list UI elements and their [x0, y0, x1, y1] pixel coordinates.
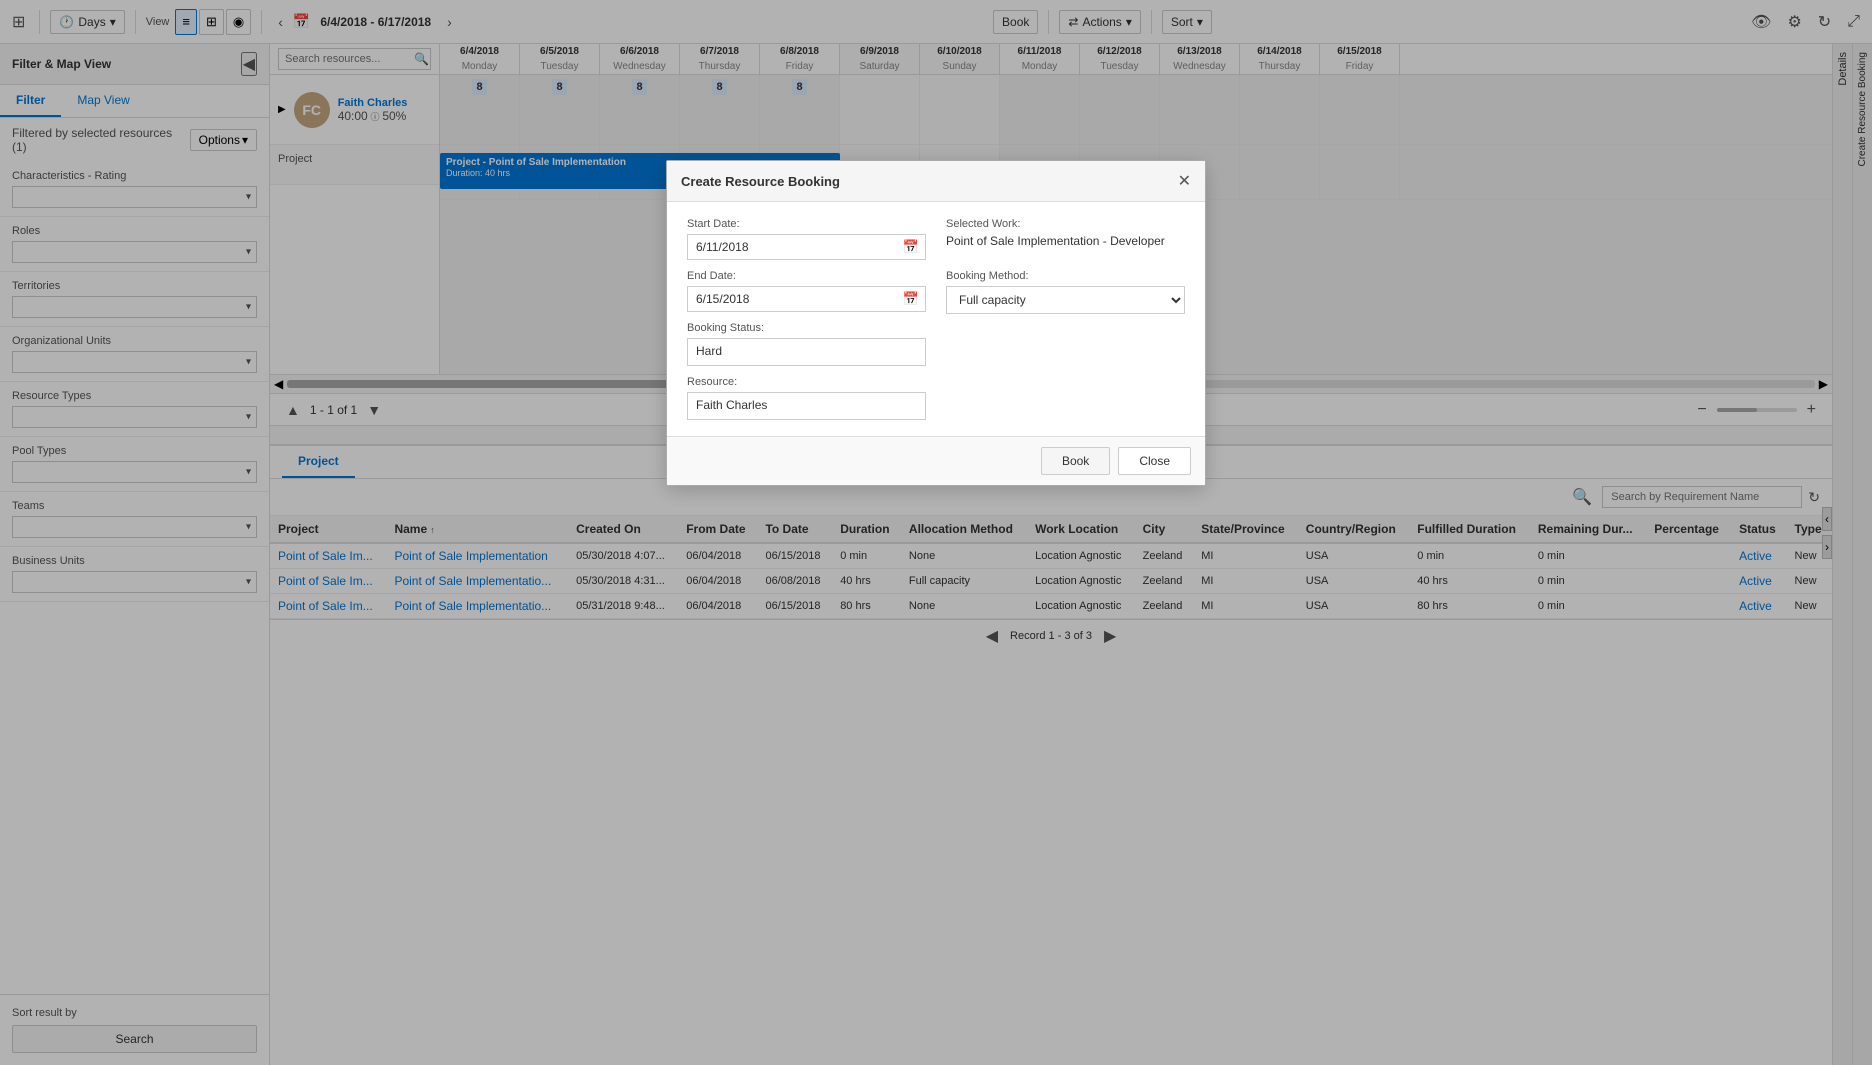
modal-form-grid: Start Date: 📅 End Date: 📅 — [687, 218, 1185, 420]
start-date-calendar-icon[interactable]: 📅 — [897, 235, 925, 259]
form-end-date: End Date: 📅 — [687, 270, 926, 312]
booking-status-label: Booking Status: — [687, 322, 926, 334]
modal-close-btn[interactable]: ✕ — [1178, 171, 1191, 191]
end-date-input[interactable] — [688, 287, 897, 311]
start-date-input[interactable] — [688, 235, 897, 259]
selected-work-value: Point of Sale Implementation - Developer — [946, 234, 1185, 248]
modal-title: Create Resource Booking — [681, 174, 840, 189]
end-date-label: End Date: — [687, 270, 926, 282]
modal-left-col: Start Date: 📅 End Date: 📅 — [687, 218, 926, 420]
selected-work-label: Selected Work: — [946, 218, 1185, 230]
resource-label: Resource: — [687, 376, 926, 388]
modal-right-col: Selected Work: Point of Sale Implementat… — [946, 218, 1185, 420]
resource-value: Faith Charles — [687, 392, 926, 420]
end-date-calendar-icon[interactable]: 📅 — [897, 287, 925, 311]
form-resource: Resource: Faith Charles — [687, 376, 926, 420]
create-resource-booking-modal: Create Resource Booking ✕ Start Date: 📅 … — [666, 160, 1206, 486]
modal-overlay: Create Resource Booking ✕ Start Date: 📅 … — [0, 0, 1872, 1065]
modal-body: Start Date: 📅 End Date: 📅 — [667, 202, 1205, 436]
modal-footer: Book Close — [667, 436, 1205, 485]
booking-method-label: Booking Method: — [946, 270, 1185, 282]
modal-book-btn[interactable]: Book — [1041, 447, 1110, 475]
form-booking-status: Booking Status: Hard — [687, 322, 926, 366]
form-selected-work: Selected Work: Point of Sale Implementat… — [946, 218, 1185, 248]
start-date-wrapper: 📅 — [687, 234, 926, 260]
start-date-label: Start Date: — [687, 218, 926, 230]
booking-method-select[interactable]: Full capacity Remaining capacity Percent… — [946, 286, 1185, 314]
end-date-wrapper: 📅 — [687, 286, 926, 312]
modal-header: Create Resource Booking ✕ — [667, 161, 1205, 202]
booking-status-value: Hard — [687, 338, 926, 366]
modal-close-footer-btn[interactable]: Close — [1118, 447, 1191, 475]
form-booking-method: Booking Method: Full capacity Remaining … — [946, 270, 1185, 314]
form-start-date: Start Date: 📅 — [687, 218, 926, 260]
